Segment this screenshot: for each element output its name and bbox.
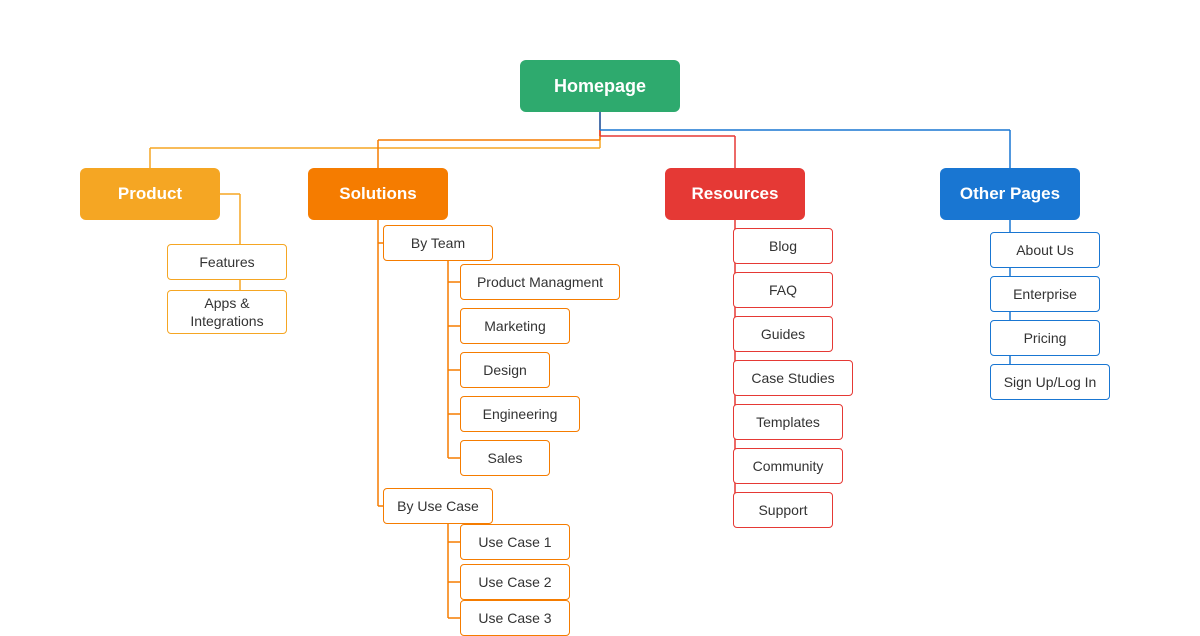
byusecase-label: By Use Case [397, 498, 479, 514]
uc1-node: Use Case 1 [460, 524, 570, 560]
marketing-label: Marketing [484, 318, 545, 334]
pm-label: Product Managment [477, 274, 603, 290]
pricing-node: Pricing [990, 320, 1100, 356]
pm-node: Product Managment [460, 264, 620, 300]
blog-node: Blog [733, 228, 833, 264]
sales-label: Sales [487, 450, 522, 466]
otherpages-node: Other Pages [940, 168, 1080, 220]
community-label: Community [753, 458, 824, 474]
guides-node: Guides [733, 316, 833, 352]
templates-node: Templates [733, 404, 843, 440]
resources-node: Resources [665, 168, 805, 220]
enterprise-label: Enterprise [1013, 286, 1077, 302]
support-label: Support [758, 502, 807, 518]
uc2-node: Use Case 2 [460, 564, 570, 600]
resources-label: Resources [692, 184, 779, 204]
design-node: Design [460, 352, 550, 388]
guides-label: Guides [761, 326, 805, 342]
marketing-node: Marketing [460, 308, 570, 344]
templates-label: Templates [756, 414, 820, 430]
pricing-label: Pricing [1024, 330, 1067, 346]
otherpages-label: Other Pages [960, 184, 1060, 204]
sales-node: Sales [460, 440, 550, 476]
product-node: Product [80, 168, 220, 220]
root-node: Homepage [520, 60, 680, 112]
features-label: Features [199, 254, 254, 270]
uc3-label: Use Case 3 [478, 610, 551, 626]
enterprise-node: Enterprise [990, 276, 1100, 312]
aboutus-label: About Us [1016, 242, 1074, 258]
blog-label: Blog [769, 238, 797, 254]
uc1-label: Use Case 1 [478, 534, 551, 550]
engineering-label: Engineering [483, 406, 558, 422]
support-node: Support [733, 492, 833, 528]
apps-label: Apps &Integrations [190, 294, 263, 330]
faq-node: FAQ [733, 272, 833, 308]
apps-node: Apps &Integrations [167, 290, 287, 334]
uc2-label: Use Case 2 [478, 574, 551, 590]
casestudies-label: Case Studies [751, 370, 834, 386]
casestudies-node: Case Studies [733, 360, 853, 396]
solutions-node: Solutions [308, 168, 448, 220]
uc3-node: Use Case 3 [460, 600, 570, 636]
byteam-node: By Team [383, 225, 493, 261]
solutions-label: Solutions [339, 184, 416, 204]
aboutus-node: About Us [990, 232, 1100, 268]
byteam-label: By Team [411, 235, 465, 251]
design-label: Design [483, 362, 527, 378]
features-node: Features [167, 244, 287, 280]
byusecase-node: By Use Case [383, 488, 493, 524]
signup-label: Sign Up/Log In [1004, 374, 1097, 390]
root-label: Homepage [554, 76, 646, 97]
community-node: Community [733, 448, 843, 484]
engineering-node: Engineering [460, 396, 580, 432]
product-label: Product [118, 184, 182, 204]
signup-node: Sign Up/Log In [990, 364, 1110, 400]
faq-label: FAQ [769, 282, 797, 298]
